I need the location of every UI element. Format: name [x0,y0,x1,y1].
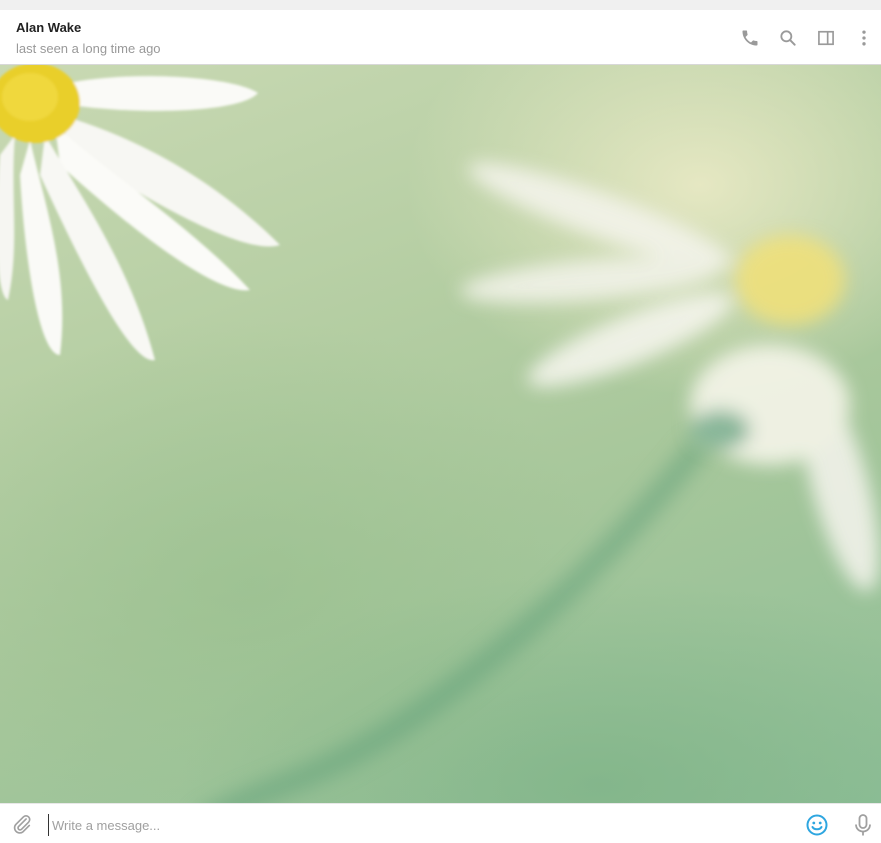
peer-name[interactable]: Alan Wake [16,20,81,35]
call-button[interactable] [739,27,761,49]
search-icon [778,28,798,48]
emoji-button[interactable] [805,813,829,842]
more-vertical-icon [854,28,874,48]
message-input[interactable] [48,814,782,836]
search-button[interactable] [777,27,799,49]
peer-status: last seen a long time ago [16,41,161,56]
attach-button[interactable] [10,814,34,838]
daisy-wallpaper [0,65,880,803]
paperclip-icon [11,813,33,840]
microphone-icon [852,813,874,842]
emoji-icon [805,813,829,842]
chat-background [0,65,881,803]
chat-header: Alan Wake last seen a long time ago [0,10,881,65]
message-composer [0,803,881,843]
voice-record-button[interactable] [851,813,875,842]
phone-icon [740,28,760,48]
more-options-button[interactable] [853,27,875,49]
toggle-sidebar-button[interactable] [815,27,837,49]
sidebar-toggle-icon [816,28,836,48]
window-top-strip [0,0,881,10]
